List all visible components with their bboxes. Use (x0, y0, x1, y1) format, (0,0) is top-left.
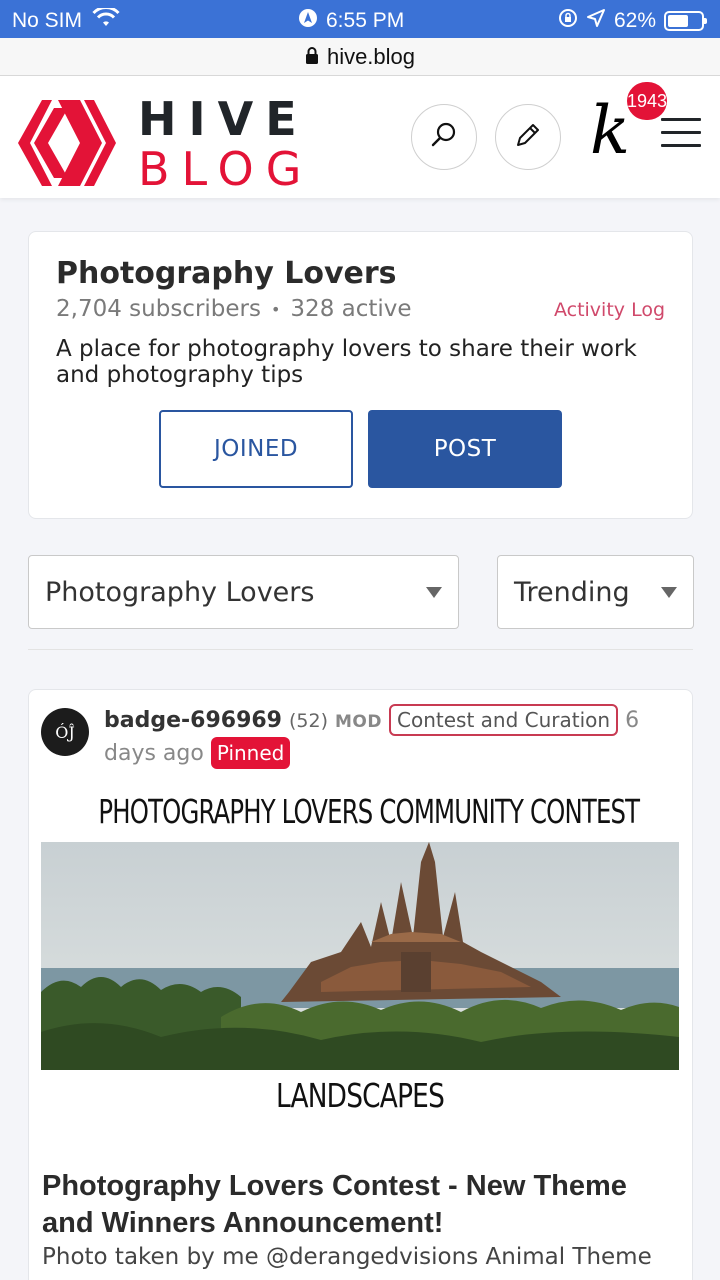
active-count: 328 active (290, 296, 412, 322)
post-thumbnail-image[interactable] (41, 842, 679, 1070)
sort-select[interactable]: Trending (497, 555, 694, 629)
carrier-label: No SIM (12, 9, 83, 32)
search-button[interactable] (411, 104, 477, 170)
lock-icon (305, 44, 319, 70)
community-title: Photography Lovers (56, 256, 397, 291)
hive-logo-icon[interactable] (18, 100, 116, 190)
url-text: hive.blog (326, 43, 416, 69)
site-logo-text[interactable]: HIVE BLOG (138, 96, 313, 192)
site-header: HIVE BLOG k (0, 76, 720, 198)
post-preview[interactable]: Photo taken by me @derangedvisions Anima… (42, 1244, 682, 1270)
battery-icon (664, 11, 707, 31)
community-stats: 2,704 subscribers • 328 active (56, 296, 412, 322)
post-card[interactable]: ÓĴ badge-696969 (52) MOD Contest and Cur… (28, 689, 693, 1280)
address-bar[interactable]: hive.blog (0, 38, 720, 76)
status-time: 6:55 PM (326, 9, 405, 32)
location-icon (586, 8, 606, 34)
user-avatar[interactable]: k (590, 98, 630, 164)
community-select[interactable]: Photography Lovers (28, 555, 459, 629)
post-meta: badge-696969 (52) MOD Contest and Curati… (104, 704, 664, 769)
pencil-icon (513, 120, 543, 154)
image-footer-text: LANDSCAPES (275, 1076, 445, 1115)
author-avatar[interactable]: ÓĴ (41, 708, 89, 756)
battery-percent: 62% (613, 9, 656, 32)
logo-line-hive: HIVE (138, 92, 309, 146)
wifi-icon (92, 6, 120, 34)
divider (28, 649, 693, 650)
location-arrow-circle-icon (298, 8, 318, 34)
author-role: MOD (335, 712, 382, 732)
chevron-down-icon (426, 587, 442, 598)
chevron-down-icon (661, 587, 677, 598)
post-button[interactable]: POST (368, 410, 562, 488)
community-description: A place for photography lovers to share … (56, 336, 637, 388)
joined-button[interactable]: JOINED (159, 410, 353, 488)
sort-select-value: Trending (514, 576, 630, 608)
pinned-badge: Pinned (210, 737, 291, 769)
subscriber-count: 2,704 subscribers (56, 296, 261, 322)
author-reputation: (52) (289, 710, 329, 732)
post-title[interactable]: Photography Lovers Contest - New Theme a… (42, 1168, 682, 1242)
activity-log-link[interactable]: Activity Log (554, 299, 665, 321)
community-select-value: Photography Lovers (45, 576, 315, 608)
compose-button[interactable] (495, 104, 561, 170)
author-name[interactable]: badge-696969 (104, 708, 282, 733)
rotation-lock-icon (558, 8, 578, 34)
search-icon (430, 121, 458, 153)
community-card: Photography Lovers 2,704 subscribers • 3… (28, 231, 693, 519)
hamburger-icon (661, 118, 701, 121)
logo-line-blog: BLOG (138, 142, 314, 196)
menu-button[interactable] (661, 118, 701, 157)
image-header-text: PHOTOGRAPHY LOVERS COMMUNITY CONTEST (98, 792, 640, 831)
stats-separator: • (270, 299, 281, 319)
notification-badge[interactable]: 1943 (627, 82, 667, 120)
community-tag[interactable]: Contest and Curation (389, 704, 619, 736)
status-bar: No SIM 6:55 PM 62% (0, 0, 720, 38)
